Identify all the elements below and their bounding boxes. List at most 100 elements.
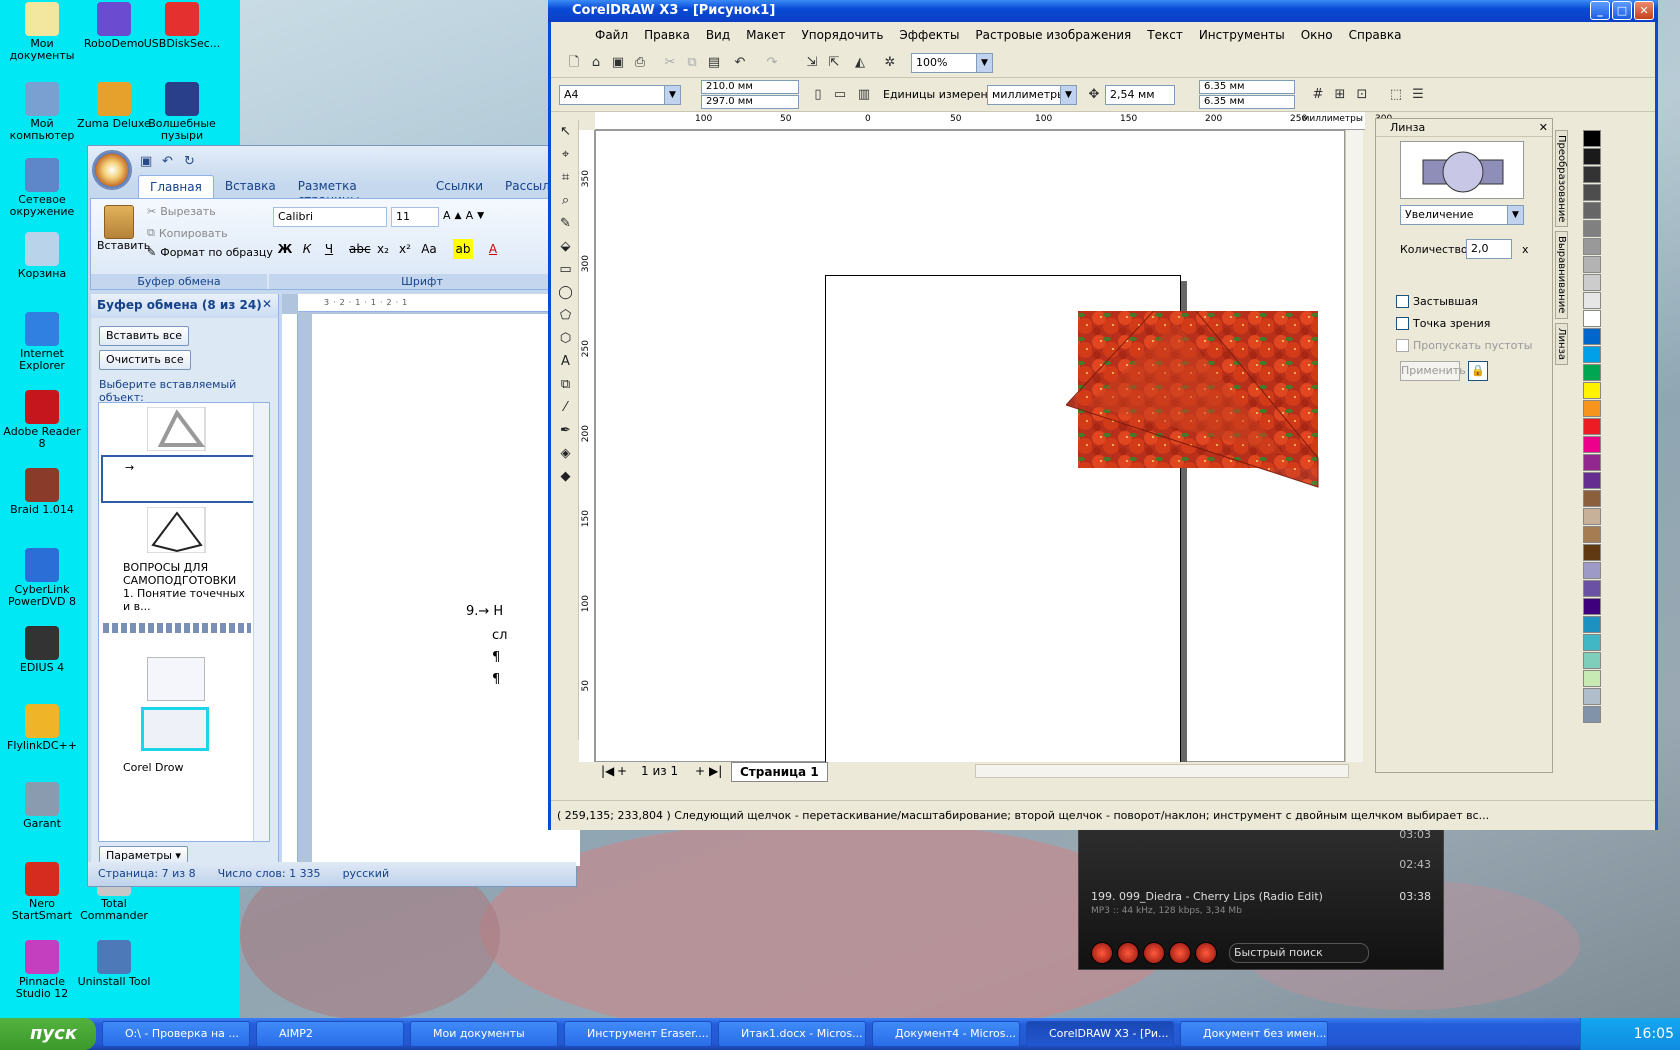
playlist-row[interactable]: 02:43 bbox=[1091, 858, 1431, 871]
ellipse-tool-icon[interactable]: ◯ bbox=[555, 282, 577, 304]
color-swatch[interactable] bbox=[1583, 634, 1601, 651]
fill-tool-icon[interactable]: ◈ bbox=[555, 443, 577, 465]
taskbar-item[interactable]: Инструмент Eraser.... bbox=[564, 1021, 712, 1047]
color-swatch[interactable] bbox=[1583, 472, 1601, 489]
add-page-icon[interactable]: + bbox=[617, 762, 627, 780]
desktop-icon[interactable]: Волшебные пузыри bbox=[142, 82, 222, 142]
snap-guides-icon[interactable]: ⊞ bbox=[1331, 86, 1349, 104]
menu-arrange[interactable]: Упорядочить bbox=[793, 24, 891, 46]
eyedropper-icon[interactable]: ⁄ bbox=[555, 397, 577, 419]
taskbar-item[interactable]: CorelDRAW X3 - [Ри... bbox=[1026, 1021, 1174, 1047]
paste-all-button[interactable]: Вставить все bbox=[99, 326, 190, 346]
status-page[interactable]: Страница: 7 из 8 bbox=[98, 862, 196, 886]
color-swatch[interactable] bbox=[1583, 454, 1601, 471]
desktop-icon[interactable]: Adobe Reader 8 bbox=[2, 390, 82, 450]
freehand-tool-icon[interactable]: ✎ bbox=[555, 213, 577, 235]
next-icon[interactable] bbox=[1195, 942, 1217, 964]
new-icon[interactable]: 🗋 bbox=[565, 54, 583, 72]
open-icon[interactable]: ⌂ bbox=[587, 54, 605, 72]
menu-tools[interactable]: Инструменты bbox=[1191, 24, 1293, 46]
units-combo[interactable]: миллиметры ▼ bbox=[987, 85, 1077, 105]
clock[interactable]: 16:05 bbox=[1634, 1026, 1674, 1042]
page-size-combo[interactable]: A4 ▼ bbox=[559, 85, 681, 105]
copy-button[interactable]: ⧉ Копировать bbox=[147, 226, 228, 240]
status-language[interactable]: русский bbox=[343, 862, 390, 886]
highlight-icon[interactable]: ab bbox=[453, 239, 473, 259]
save-icon[interactable]: ▣ bbox=[140, 154, 156, 170]
viewpoint-checkbox[interactable]: Точка зрения bbox=[1396, 317, 1490, 330]
outline-tool-icon[interactable]: ✒ bbox=[555, 420, 577, 442]
options-icon[interactable]: ☰ bbox=[1409, 86, 1427, 104]
cut-button[interactable]: ✂ Вырезать bbox=[147, 205, 216, 218]
color-swatch[interactable] bbox=[1583, 292, 1601, 309]
export-icon[interactable]: ⇱ bbox=[825, 54, 843, 72]
desktop-icon[interactable]: Garant bbox=[2, 782, 82, 830]
close-icon[interactable]: ✕ bbox=[262, 297, 272, 311]
desktop-icon[interactable]: Braid 1.014 bbox=[2, 468, 82, 516]
undo-icon[interactable]: ↶ bbox=[162, 154, 178, 170]
color-swatch[interactable] bbox=[1583, 364, 1601, 381]
menu-edit[interactable]: Правка bbox=[636, 24, 698, 46]
color-swatch[interactable] bbox=[1583, 256, 1601, 273]
color-swatch[interactable] bbox=[1583, 598, 1601, 615]
cut-icon[interactable]: ✂ bbox=[661, 54, 679, 72]
desktop-icon[interactable]: EDIUS 4 bbox=[2, 626, 82, 674]
menu-file[interactable]: Файл bbox=[587, 24, 636, 46]
amount-input[interactable]: 2,0 bbox=[1466, 239, 1512, 259]
list-item[interactable]: Corel Drow bbox=[101, 761, 249, 774]
save-icon[interactable]: ▣ bbox=[609, 54, 627, 72]
basic-shapes-icon[interactable]: ⬡ bbox=[555, 328, 577, 350]
color-swatch[interactable] bbox=[1583, 526, 1601, 543]
treat-as-filled-icon[interactable]: ⬚ bbox=[1387, 86, 1405, 104]
desktop-icon[interactable]: Internet Explorer bbox=[2, 312, 82, 372]
desktop-icon[interactable]: Сетевое окружение bbox=[2, 158, 82, 218]
coreldraw-window[interactable]: CorelDRAW X3 - [Рисунок1] _ □ ✕ Файл Пра… bbox=[548, 0, 1658, 830]
desktop-icon[interactable]: Мой компьютер bbox=[2, 82, 82, 142]
strikethrough-button[interactable]: abc bbox=[349, 239, 371, 259]
desktop-icon[interactable]: Nero StartSmart bbox=[2, 862, 82, 922]
change-case-button[interactable]: Aa bbox=[419, 239, 439, 259]
close-icon[interactable]: ✕ bbox=[1634, 1, 1654, 20]
color-swatch[interactable] bbox=[1583, 130, 1601, 147]
import-icon[interactable]: ⇲ bbox=[803, 54, 821, 72]
menu-window[interactable]: Окно bbox=[1293, 24, 1341, 46]
font-size-combo[interactable]: 11 bbox=[391, 207, 439, 227]
color-swatch[interactable] bbox=[1583, 220, 1601, 237]
close-icon[interactable]: ✕ bbox=[1539, 119, 1548, 137]
duplicate-y-input[interactable]: 6.35 мм bbox=[1199, 95, 1295, 109]
color-swatch[interactable] bbox=[1583, 382, 1601, 399]
list-item[interactable]: → bbox=[101, 455, 255, 503]
menu-layout[interactable]: Макет bbox=[738, 24, 793, 46]
snap-grid-icon[interactable]: # bbox=[1309, 86, 1327, 104]
zoom-tool-icon[interactable]: ⌕ bbox=[555, 190, 577, 212]
list-item[interactable] bbox=[101, 707, 249, 751]
color-swatch[interactable] bbox=[1583, 436, 1601, 453]
pick-tool-icon[interactable]: ↖ bbox=[555, 121, 577, 143]
quick-search-input[interactable]: Быстрый поиск bbox=[1229, 943, 1369, 963]
color-swatch[interactable] bbox=[1583, 346, 1601, 363]
start-button[interactable]: пуск bbox=[0, 1018, 96, 1050]
color-swatch[interactable] bbox=[1583, 652, 1601, 669]
text-tool-icon[interactable]: A bbox=[555, 351, 577, 373]
menu-view[interactable]: Вид bbox=[698, 24, 738, 46]
color-swatch[interactable] bbox=[1583, 688, 1601, 705]
first-page-icon[interactable]: |◀ bbox=[601, 762, 614, 780]
pause-icon[interactable] bbox=[1169, 942, 1191, 964]
color-swatch[interactable] bbox=[1583, 706, 1601, 723]
corel-titlebar[interactable]: CorelDRAW X3 - [Рисунок1] _ □ ✕ bbox=[548, 0, 1658, 22]
page-width-input[interactable]: 210.0 мм bbox=[701, 80, 799, 94]
menu-text[interactable]: Текст bbox=[1139, 24, 1191, 46]
color-swatch[interactable] bbox=[1583, 616, 1601, 633]
color-swatch[interactable] bbox=[1583, 580, 1601, 597]
redo-icon[interactable]: ↻ bbox=[184, 154, 200, 170]
lock-icon[interactable]: 🔒 bbox=[1468, 361, 1488, 381]
copy-icon[interactable]: ⧉ bbox=[683, 54, 701, 72]
stop-icon[interactable] bbox=[1117, 942, 1139, 964]
color-swatch[interactable] bbox=[1583, 400, 1601, 417]
list-item[interactable] bbox=[101, 406, 249, 454]
prev-icon[interactable] bbox=[1091, 942, 1113, 964]
redo-icon[interactable]: ↷ bbox=[763, 54, 781, 72]
desktop-icon[interactable]: Pinnacle Studio 12 bbox=[2, 940, 82, 1000]
paste-icon[interactable]: ▤ bbox=[705, 54, 723, 72]
rectangle-tool-icon[interactable]: ▭ bbox=[555, 259, 577, 281]
